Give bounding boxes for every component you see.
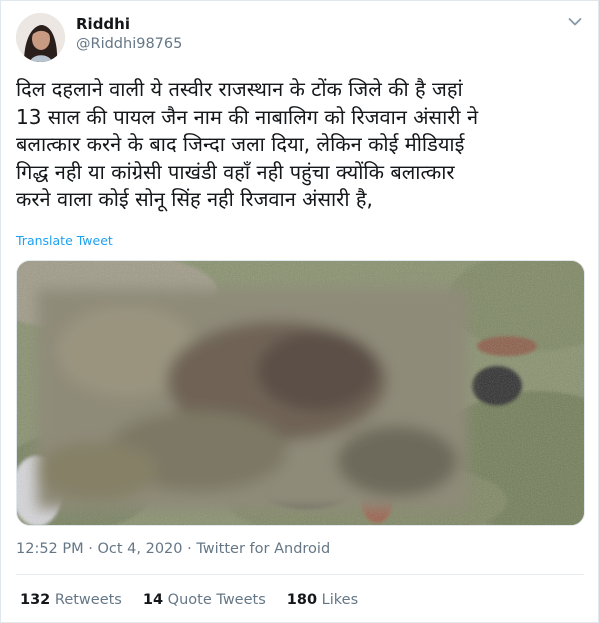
retweets-stat[interactable]: 132 Retweets [20,592,122,608]
divider [16,574,584,575]
avatar[interactable] [16,13,65,62]
quote-tweets-count: 14 [142,592,164,608]
tweet-timestamp[interactable]: 12:52 PM · Oct 4, 2020 · Twitter for And… [16,541,330,557]
translate-tweet-link[interactable]: Translate Tweet [16,233,113,248]
quote-tweets-stat[interactable]: 14 Quote Tweets [143,592,266,608]
quote-tweets-label: Quote Tweets [167,592,266,608]
likes-stat[interactable]: 180 Likes [287,592,358,608]
blurred-photo [17,261,584,525]
user-name[interactable]: Riddhi [76,15,130,33]
retweets-label: Retweets [54,592,122,608]
user-handle[interactable]: @Riddhi98765 [76,36,182,52]
chevron-down-icon[interactable] [568,17,582,27]
tweet-media[interactable] [16,260,585,526]
likes-label: Likes [321,592,359,608]
likes-count: 180 [286,592,318,608]
tweet-stats: 132 Retweets 14 Quote Tweets 180 Likes [20,592,358,608]
retweets-count: 132 [20,592,51,608]
avatar-photo [16,13,65,62]
tweet-text: दिल दहलाने वाली ये तस्वीर राजस्थान के टो… [16,77,479,211]
